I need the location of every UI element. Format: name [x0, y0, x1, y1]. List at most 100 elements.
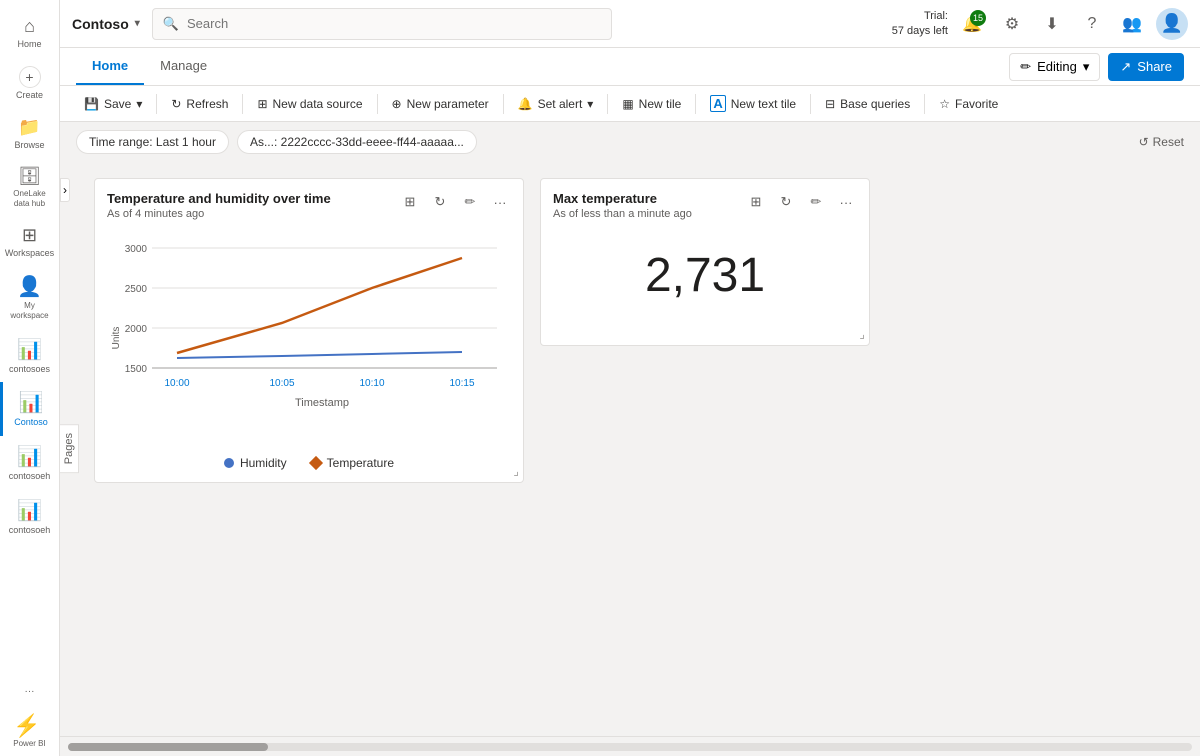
- sidebar-label-home: Home: [17, 39, 41, 50]
- notifications-button[interactable]: 🔔 15: [956, 8, 988, 40]
- alert-label: Set alert: [538, 97, 583, 111]
- share-contacts-button[interactable]: 👥: [1116, 8, 1148, 40]
- search-bar[interactable]: 🔍: [152, 8, 612, 40]
- editing-button[interactable]: ✏ Editing ▾: [1009, 53, 1100, 81]
- save-button[interactable]: 💾 Save ▾: [76, 92, 150, 116]
- divider-3: [377, 94, 378, 114]
- content-area: › Pages Temperature and humidity over ti…: [60, 162, 1200, 736]
- time-range-text: Time range: Last 1 hour: [89, 135, 216, 149]
- text-tile-icon: A: [710, 95, 725, 112]
- help-button[interactable]: ?: [1076, 8, 1108, 40]
- cards-area: Temperature and humidity over time As of…: [78, 162, 1200, 736]
- sidebar-item-contosoeh2[interactable]: 📊 contosoeh: [0, 490, 59, 544]
- temperature-diamond: [309, 456, 323, 470]
- chart-refresh-btn[interactable]: ↻: [427, 189, 453, 215]
- topbar: Contoso ▾ 🔍 Trial: 57 days left 🔔 15 ⚙ ⬇: [60, 0, 1200, 48]
- bottom-scrollbar: [60, 736, 1200, 756]
- base-queries-label: Base queries: [840, 97, 910, 111]
- share-label: Share: [1137, 59, 1172, 74]
- scroll-thumb[interactable]: [68, 743, 268, 751]
- set-alert-button[interactable]: 🔔 Set alert ▾: [510, 92, 602, 116]
- contosoes-icon: 📊: [17, 337, 42, 362]
- search-input[interactable]: [187, 16, 601, 31]
- trial-label: Trial:: [892, 9, 948, 23]
- main-area: Contoso ▾ 🔍 Trial: 57 days left 🔔 15 ⚙ ⬇: [60, 0, 1200, 756]
- metric-more-btn[interactable]: ···: [833, 189, 859, 215]
- base-queries-icon: ⊟: [825, 97, 835, 111]
- datasource-label: New data source: [273, 97, 363, 111]
- sidebar-item-my-workspace[interactable]: 👤 Myworkspace: [0, 266, 59, 328]
- alert-icon: 🔔: [518, 97, 533, 111]
- sidebar-item-contosoeh1[interactable]: 📊 contosoeh: [0, 436, 59, 490]
- sidebar-label-onelake: OneLakedata hub: [13, 189, 45, 208]
- chart-more-btn[interactable]: ···: [487, 189, 513, 215]
- tab-home[interactable]: Home: [76, 48, 144, 85]
- metric-edit-btn[interactable]: ✏: [803, 189, 829, 215]
- temperature-label: Temperature: [327, 456, 394, 470]
- onelake-icon: 🗄: [18, 166, 41, 187]
- avatar-button[interactable]: 👤: [1156, 8, 1188, 40]
- sidebar-item-workspaces[interactable]: ⊞ Workspaces: [0, 217, 59, 267]
- sidebar-more[interactable]: ···: [0, 678, 59, 705]
- parameter-label: New parameter: [407, 97, 489, 111]
- brand-name[interactable]: Contoso ▾: [72, 16, 140, 32]
- base-queries-button[interactable]: ⊟ Base queries: [817, 92, 918, 116]
- sidebar-item-onelake[interactable]: 🗄 OneLakedata hub: [0, 158, 59, 216]
- divider-7: [810, 94, 811, 114]
- contacts-icon: 👥: [1122, 14, 1142, 34]
- new-parameter-button[interactable]: ⊕ New parameter: [384, 92, 497, 116]
- chart-table-btn[interactable]: ⊞: [397, 189, 423, 215]
- sidebar-item-home[interactable]: ⌂ Home: [0, 8, 59, 58]
- workspaces-icon: ⊞: [22, 225, 37, 246]
- avatar-icon: 👤: [1161, 13, 1183, 34]
- resize-handle[interactable]: ⌟: [513, 464, 519, 478]
- as-filter[interactable]: As...: 2222cccc-33dd-eeee-ff44-aaaaa...: [237, 130, 477, 154]
- metric-table-btn[interactable]: ⊞: [743, 189, 769, 215]
- brand-chevron: ▾: [135, 18, 140, 29]
- settings-button[interactable]: ⚙: [996, 8, 1028, 40]
- trial-info: Trial: 57 days left: [892, 9, 948, 38]
- chart-edit-btn[interactable]: ✏: [457, 189, 483, 215]
- search-icon: 🔍: [163, 16, 179, 32]
- metric-resize-handle[interactable]: ⌟: [859, 327, 865, 341]
- edit-icon: ✏: [1020, 59, 1031, 75]
- scroll-track[interactable]: [68, 743, 1192, 751]
- create-icon: +: [19, 66, 41, 88]
- parameter-icon: ⊕: [392, 97, 402, 111]
- new-datasource-button[interactable]: ⊞ New data source: [249, 92, 370, 116]
- sidebar-item-browse[interactable]: 📁 Browse: [0, 109, 59, 159]
- sidebar-label-contosoeh1: contosoeh: [9, 471, 51, 482]
- browse-icon: 📁: [18, 117, 40, 138]
- refresh-button[interactable]: ↻ Refresh: [163, 92, 236, 116]
- humidity-dot: [224, 458, 234, 468]
- pages-expand-arrow[interactable]: ›: [60, 178, 70, 202]
- tab-manage[interactable]: Manage: [144, 48, 223, 85]
- metric-refresh-btn[interactable]: ↻: [773, 189, 799, 215]
- share-button[interactable]: ↗ Share: [1108, 53, 1184, 81]
- sidebar-item-contosoes[interactable]: 📊 contosoes: [0, 329, 59, 383]
- save-icon: 💾: [84, 97, 99, 111]
- new-text-tile-button[interactable]: A New text tile: [702, 90, 804, 117]
- legend-temperature: Temperature: [311, 456, 394, 470]
- divider-8: [924, 94, 925, 114]
- time-range-filter[interactable]: Time range: Last 1 hour: [76, 130, 229, 154]
- sidebar-item-contoso[interactable]: 📊 Contoso: [0, 382, 59, 436]
- save-label: Save: [104, 97, 131, 111]
- favorite-button[interactable]: ☆ Favorite: [931, 92, 1006, 116]
- reset-button[interactable]: ↺ Reset: [1139, 135, 1184, 149]
- metric-card: Max temperature As of less than a minute…: [540, 178, 870, 346]
- pages-label[interactable]: Pages: [60, 424, 79, 473]
- settings-icon: ⚙: [1005, 14, 1019, 34]
- divider-6: [695, 94, 696, 114]
- metric-value: 2,731: [553, 228, 857, 333]
- download-button[interactable]: ⬇: [1036, 8, 1068, 40]
- chart-card: Temperature and humidity over time As of…: [94, 178, 524, 483]
- sidebar-label-contoso: Contoso: [14, 417, 48, 428]
- powerbi-logo: ⚡: [13, 713, 40, 738]
- toolbar: 💾 Save ▾ ↻ Refresh ⊞ New data source ⊕ N…: [60, 86, 1200, 122]
- filterbar: Time range: Last 1 hour As...: 2222cccc-…: [60, 122, 1200, 162]
- divider-4: [503, 94, 504, 114]
- sidebar-item-create[interactable]: + Create: [0, 58, 59, 109]
- new-tile-button[interactable]: ▦ New tile: [614, 92, 689, 116]
- tile-label: New tile: [639, 97, 682, 111]
